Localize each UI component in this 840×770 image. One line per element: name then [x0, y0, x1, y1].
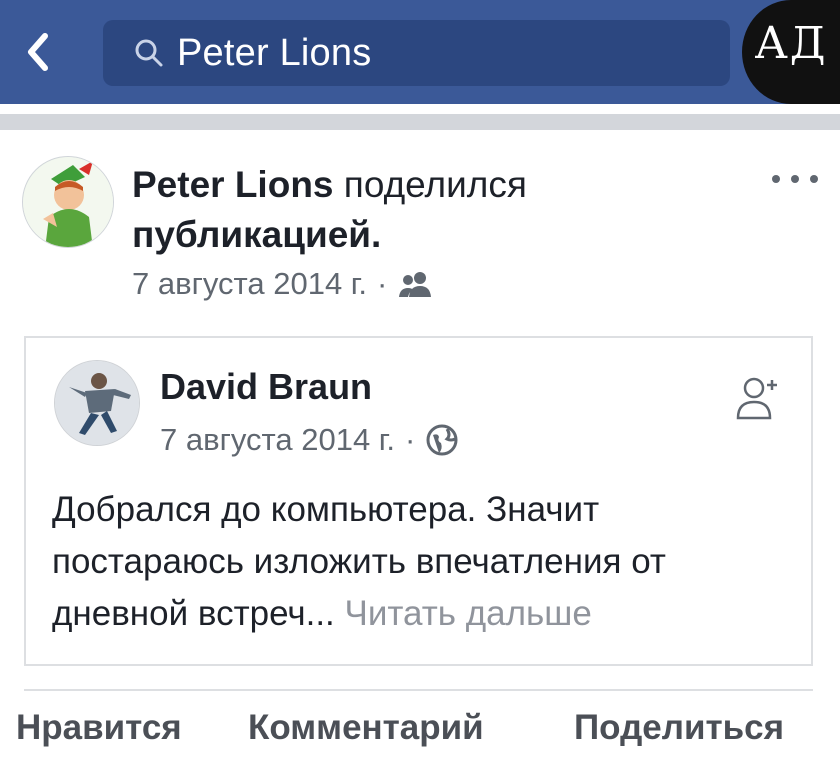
search-icon — [133, 36, 167, 70]
meta-separator: · — [404, 422, 416, 457]
share-button[interactable]: Поделиться — [574, 708, 784, 748]
search-input[interactable]: Peter Lions — [103, 20, 730, 86]
channel-logo: АД — [742, 0, 840, 104]
top-nav-bar: Peter Lions АД — [0, 0, 840, 104]
search-query-text: Peter Lions — [177, 31, 372, 74]
shared-post-text: Добрался до компьютера. Значит постараюс… — [52, 484, 797, 640]
back-button[interactable] — [18, 26, 58, 78]
action-divider — [24, 689, 813, 691]
avatar[interactable] — [54, 360, 140, 446]
shared-post-card[interactable]: David Braun 7 августа 2014 г. · Добрался… — [24, 336, 813, 666]
post-date[interactable]: 7 августа 2014 г. — [132, 266, 367, 302]
post-author-name[interactable]: Peter Lions — [132, 164, 334, 205]
like-button[interactable]: Нравится — [16, 708, 182, 748]
globe-icon — [426, 424, 458, 456]
section-divider — [0, 104, 840, 132]
read-more-link[interactable]: Читать дальше — [345, 594, 592, 633]
comment-button[interactable]: Комментарий — [248, 708, 484, 748]
friends-icon — [399, 272, 432, 297]
post-actions-bar: Нравится Комментарий Поделиться — [0, 708, 840, 764]
shared-meta: 7 августа 2014 г. · — [160, 418, 459, 462]
shared-author-name[interactable]: David Braun — [160, 366, 372, 408]
logo-text: АД — [754, 18, 828, 69]
post-action-text: поделился — [343, 164, 527, 205]
shared-date[interactable]: 7 августа 2014 г. — [160, 422, 395, 458]
meta-separator: · — [376, 266, 388, 301]
more-horizontal-icon — [772, 175, 780, 183]
more-dot — [791, 175, 799, 183]
post-meta: 7 августа 2014 г. · — [132, 262, 433, 306]
chevron-left-icon — [28, 33, 48, 71]
post-object-link[interactable]: публикацией. — [132, 214, 381, 255]
avatar[interactable] — [22, 156, 114, 248]
post-header: Peter Lions поделился публикацией. — [132, 160, 692, 260]
david-avatar-icon — [55, 361, 139, 445]
more-dot — [810, 175, 818, 183]
add-friend-icon[interactable] — [734, 374, 784, 424]
peter-pan-avatar-icon — [23, 157, 113, 247]
more-options-button[interactable] — [772, 166, 818, 192]
